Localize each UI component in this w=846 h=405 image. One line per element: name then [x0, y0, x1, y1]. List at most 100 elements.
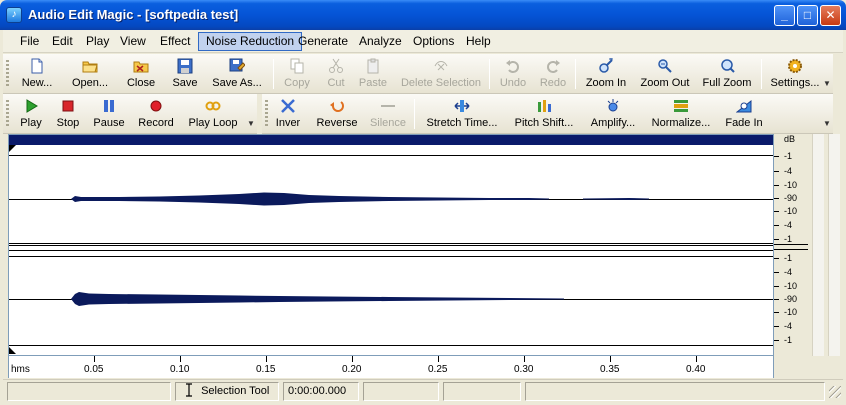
- stop-icon: [62, 100, 74, 112]
- cut-button[interactable]: Cut: [321, 56, 351, 92]
- ruler-label: 0.25: [428, 364, 448, 375]
- settings-button[interactable]: Settings...: [767, 56, 823, 92]
- save-disk-icon: [177, 58, 193, 74]
- save-as-button[interactable]: Save As...: [207, 56, 267, 92]
- delete-icon: [434, 61, 448, 71]
- play-icon: [26, 99, 38, 113]
- ruler-label: 0.10: [170, 364, 190, 375]
- db-tick: [774, 211, 779, 212]
- db-tick: [774, 299, 779, 300]
- pitch-shift-button[interactable]: Pitch Shift...: [512, 96, 576, 132]
- menu-file[interactable]: File: [13, 32, 46, 51]
- normalize-button[interactable]: Normalize...: [650, 96, 712, 132]
- ruler-label: 0.15: [256, 364, 276, 375]
- db-label: -4: [784, 267, 793, 277]
- ruler-label: 0.30: [514, 364, 534, 375]
- db-tick: [774, 198, 779, 199]
- delete-selection-button[interactable]: Delete Selection: [399, 56, 483, 92]
- start-marker-icon[interactable]: [9, 145, 17, 153]
- menu-view[interactable]: View: [113, 32, 153, 51]
- copy-button[interactable]: Copy: [281, 56, 313, 92]
- menu-noise-reduction[interactable]: Noise Reduction: [198, 32, 303, 51]
- pause-icon: [104, 100, 114, 112]
- toolbar-grip[interactable]: [265, 100, 268, 128]
- redo-button[interactable]: Redo: [537, 56, 569, 92]
- full-zoom-button[interactable]: Full Zoom: [701, 56, 753, 92]
- silence-icon: [381, 105, 395, 107]
- status-panel-4: [363, 382, 439, 401]
- menu-options[interactable]: Options: [406, 32, 461, 51]
- pause-button[interactable]: Pause: [91, 96, 127, 132]
- save-as-icon: [229, 58, 245, 72]
- channel-2-waveform[interactable]: [9, 279, 775, 319]
- stop-button[interactable]: Stop: [53, 96, 83, 132]
- close-button[interactable]: ✕: [820, 5, 841, 26]
- channel-1-waveform[interactable]: [9, 179, 775, 219]
- menu-edit[interactable]: Edit: [45, 32, 80, 51]
- open-button[interactable]: Open...: [67, 56, 113, 92]
- stretch-time-button[interactable]: Stretch Time...: [424, 96, 500, 132]
- db-unit-label: dB: [784, 134, 796, 144]
- fade-in-icon: [736, 99, 752, 113]
- zoom-in-icon: [599, 58, 613, 73]
- zoom-out-button[interactable]: Zoom Out: [639, 56, 691, 92]
- reverse-button[interactable]: Reverse: [314, 96, 360, 132]
- reverse-icon: [330, 101, 344, 112]
- close-folder-icon: [133, 61, 149, 73]
- db-channel-separator: [774, 244, 808, 250]
- ruler-tick: [696, 356, 697, 362]
- normalize-icon: [674, 100, 688, 112]
- db-tick: [774, 258, 779, 259]
- copy-icon: [290, 58, 304, 74]
- ruler-label: 0.05: [84, 364, 104, 375]
- status-time-panel: 0:00:00.000: [283, 382, 359, 401]
- level-meters: [808, 134, 843, 356]
- toolbar-grip[interactable]: [6, 100, 9, 128]
- toolbar-overflow-chevron[interactable]: ▼: [247, 118, 255, 130]
- menu-help[interactable]: Help: [459, 32, 498, 51]
- close-file-button[interactable]: Close: [121, 56, 161, 92]
- db-label: -4: [784, 321, 793, 331]
- resize-grip[interactable]: [829, 386, 841, 398]
- ruler-tick: [610, 356, 611, 362]
- db-label: -10: [784, 180, 798, 190]
- time-ruler[interactable]: hms 0.05 0.10 0.15 0.20 0.25 0.30 0.35 0…: [8, 356, 774, 378]
- paste-button[interactable]: Paste: [355, 56, 391, 92]
- menu-analyze[interactable]: Analyze: [352, 32, 409, 51]
- menu-generate[interactable]: Generate: [291, 32, 355, 51]
- zoom-out-icon: [658, 59, 672, 73]
- db-label: -4: [784, 220, 793, 230]
- zoom-in-button[interactable]: Zoom In: [583, 56, 629, 92]
- toolbar-separator: [575, 59, 576, 89]
- db-tick: [774, 239, 779, 240]
- toolbar-overflow-chevron[interactable]: ▼: [823, 78, 831, 90]
- minimize-button[interactable]: _: [774, 5, 795, 26]
- maximize-button[interactable]: □: [797, 5, 818, 26]
- status-tool-label: Selection Tool: [201, 385, 270, 397]
- new-button[interactable]: New...: [17, 56, 57, 92]
- selection-strip[interactable]: [9, 135, 773, 145]
- invert-button[interactable]: Inver: [272, 96, 304, 132]
- save-button[interactable]: Save: [167, 56, 203, 92]
- ruler-unit-label: hms: [11, 364, 30, 375]
- menu-effect[interactable]: Effect: [153, 32, 197, 51]
- toolbar-separator: [489, 59, 490, 89]
- play-button[interactable]: Play: [17, 96, 45, 132]
- menu-play[interactable]: Play: [79, 32, 116, 51]
- undo-button[interactable]: Undo: [497, 56, 529, 92]
- invert-icon: [281, 99, 295, 113]
- amplify-icon: [607, 99, 619, 112]
- loop-icon: [205, 101, 221, 111]
- record-button[interactable]: Record: [135, 96, 177, 132]
- transport-toolbar: Play Stop Pause Record Play Loop ▼: [3, 94, 257, 134]
- end-marker-icon[interactable]: [9, 347, 17, 355]
- silence-button[interactable]: Silence: [368, 96, 408, 132]
- toolbar-overflow-chevron[interactable]: ▼: [823, 118, 831, 130]
- play-loop-button[interactable]: Play Loop: [187, 96, 239, 132]
- fade-in-button[interactable]: Fade In: [722, 96, 766, 132]
- title-bar[interactable]: ♪ Audio Edit Magic - [softpedia test] _ …: [0, 0, 846, 30]
- pitch-shift-icon: [538, 100, 551, 112]
- amplify-button[interactable]: Amplify...: [588, 96, 638, 132]
- toolbar-grip[interactable]: [6, 60, 9, 88]
- waveform-view[interactable]: [8, 134, 774, 356]
